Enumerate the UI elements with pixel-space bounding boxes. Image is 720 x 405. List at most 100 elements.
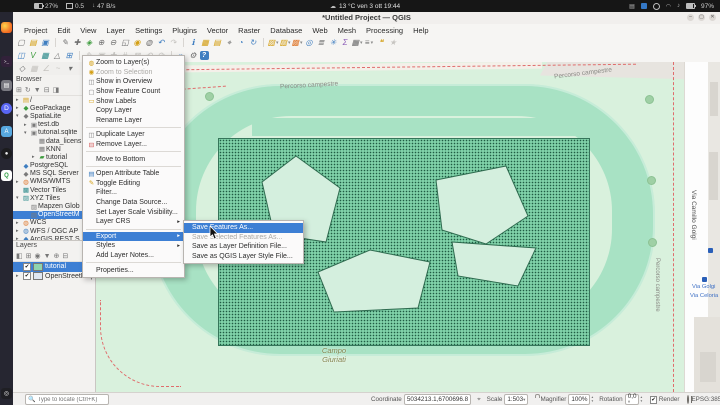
toolbar-icon[interactable]: ✎ <box>60 37 71 48</box>
browser-toolbar-icon[interactable]: ◨ <box>53 86 60 94</box>
system-monitor-indicators[interactable]: 27% 0.5 ↓47 B/s <box>34 3 116 10</box>
menu-bar-item[interactable]: Processing <box>361 26 408 35</box>
menu-bar-item[interactable]: Raster <box>233 26 265 35</box>
toolbar-icon[interactable]: ↷ <box>168 37 179 48</box>
extents-icon[interactable]: ⌖ <box>477 396 481 404</box>
dock-terminal-icon[interactable]: >_ <box>1 56 12 67</box>
toolbar-icon[interactable]: ▩ <box>292 37 303 48</box>
context-menu-item[interactable]: Copy Layer <box>83 106 184 116</box>
layer-visibility-checkbox[interactable]: ✔ <box>23 272 31 280</box>
export-submenu-item[interactable]: Save as QGIS Layer Style File... <box>184 252 303 262</box>
toolbar-icon[interactable]: ▤ <box>212 37 223 48</box>
context-menu-item[interactable]: Filter... <box>83 188 184 198</box>
context-menu-item[interactable]: Add Layer Notes... <box>83 251 184 261</box>
toolbar-icon[interactable]: Σ <box>340 37 351 48</box>
menu-bar-item[interactable]: Settings <box>130 26 167 35</box>
context-menu-item[interactable]: Properties... <box>83 265 184 275</box>
context-menu-item[interactable]: Export ▸ <box>83 232 184 242</box>
toolbar-icon[interactable]: ❝ <box>376 37 387 48</box>
context-menu-item[interactable]: ▢ Show Feature Count <box>83 87 184 97</box>
context-menu-item[interactable]: Rename Layer <box>83 116 184 126</box>
context-menu-item[interactable]: ◫ Duplicate Layer <box>83 130 184 140</box>
context-menu-item[interactable]: Layer CRS ▸ <box>83 217 184 227</box>
coordinate-box[interactable]: 5034213.1,6700696.8 <box>404 394 471 405</box>
magnifier-spinbox[interactable]: 100% <box>568 394 590 405</box>
browser-toolbar-icon[interactable]: ⊞ <box>16 86 22 94</box>
menu-bar-item[interactable]: Project <box>19 26 52 35</box>
context-menu-item[interactable]: ▭ Show Labels <box>83 96 184 106</box>
toolbar-icon[interactable]: ▦ <box>29 63 40 74</box>
toolbar-icon[interactable]: ↶ <box>156 37 167 48</box>
toolbar-icon[interactable]: V <box>28 50 39 61</box>
context-menu-item[interactable] <box>86 262 181 263</box>
context-menu-item[interactable] <box>86 229 181 230</box>
toolbar-icon[interactable]: ▦ <box>352 37 363 48</box>
toolbar-icon[interactable]: ◉ <box>132 37 143 48</box>
toolbar-icon[interactable]: ◔ <box>236 37 247 48</box>
toolbar-icon[interactable]: ◇ <box>17 63 28 74</box>
toolbar-icon[interactable]: ✳ <box>328 37 339 48</box>
browser-toolbar-icon[interactable]: ⊟ <box>44 86 50 94</box>
layers-toolbar-icon[interactable]: ⊟ <box>62 252 68 260</box>
maximize-button[interactable]: ▢ <box>698 14 705 21</box>
context-menu-item[interactable]: Set Layer Scale Visibility... <box>83 207 184 217</box>
toolbar-icon[interactable]: ⌖ <box>224 37 235 48</box>
rotation-spinbox[interactable]: 0,0 ° <box>625 394 640 405</box>
toolbar-icon[interactable]: ✚ <box>72 37 83 48</box>
layers-toolbar-icon[interactable]: ⊕ <box>54 252 60 260</box>
toolbar-icon[interactable]: ⊕ <box>96 37 107 48</box>
menu-bar-item[interactable]: Layer <box>101 26 130 35</box>
dock-qgis-icon[interactable]: Q <box>1 170 12 181</box>
toolbar-icon[interactable]: ⊞ <box>64 50 75 61</box>
toolbar-icon[interactable]: ★ <box>388 37 399 48</box>
spinner-arrows-icon[interactable]: ▴▾ <box>591 396 593 403</box>
menu-bar-item[interactable]: Web <box>307 26 332 35</box>
layers-toolbar-icon[interactable]: ⊞ <box>26 252 32 260</box>
toolbar-icon[interactable] <box>261 37 265 48</box>
layers-toolbar-icon[interactable]: ◧ <box>16 252 23 260</box>
toolbar-icon[interactable]: ↻ <box>248 37 259 48</box>
toolbar-icon[interactable]: ~ <box>53 63 64 74</box>
menu-bar-item[interactable]: Mesh <box>333 26 361 35</box>
menu-bar-item[interactable]: View <box>75 26 101 35</box>
dock-discord-icon[interactable]: D <box>1 103 12 114</box>
render-checkbox[interactable]: ✔ <box>650 396 657 404</box>
menu-bar-item[interactable]: Plugins <box>167 26 202 35</box>
toolbar-icon[interactable]: ▨ <box>280 37 291 48</box>
dock-software-icon[interactable]: A <box>1 126 12 137</box>
context-menu-item[interactable]: Move to Bottom <box>83 154 184 164</box>
export-submenu-item[interactable]: Save Selected Features As... <box>184 233 303 243</box>
context-menu-item[interactable]: ⊟ Remove Layer... <box>83 140 184 150</box>
context-menu-item[interactable]: ✎ Toggle Editing <box>83 179 184 189</box>
dock-firefox-icon[interactable] <box>1 22 12 33</box>
browser-toolbar-icon[interactable]: ▼ <box>34 87 41 94</box>
close-button[interactable]: ✕ <box>709 14 716 21</box>
menu-bar-item[interactable]: Vector <box>202 26 233 35</box>
toolbar-icon[interactable]: ⊖ <box>108 37 119 48</box>
toolbar-icon[interactable]: ≣ <box>316 37 327 48</box>
toolbar-icon[interactable]: ▾ <box>65 63 76 74</box>
toolbar-icon[interactable]: ? <box>200 51 209 60</box>
scale-combo[interactable]: 1:503▾ <box>504 394 528 405</box>
toolbar-icon[interactable]: ▦ <box>40 50 51 61</box>
export-submenu-item[interactable]: Save Features As... <box>184 223 303 233</box>
toolbar-icon[interactable] <box>77 50 81 61</box>
toolbar-icon[interactable]: △ <box>52 50 63 61</box>
toolbar-icon[interactable]: ∠ <box>41 63 52 74</box>
context-menu-item[interactable] <box>86 127 181 128</box>
crs-value[interactable]: EPSG:3857 <box>691 396 720 403</box>
dock-files-icon[interactable]: ▤ <box>1 80 12 91</box>
menu-bar-item[interactable]: Help <box>408 26 433 35</box>
locate-box[interactable]: 🔍 <box>25 394 109 405</box>
toolbar-icon[interactable]: ▣ <box>40 37 51 48</box>
toolbar-icon[interactable]: ◈ <box>84 37 95 48</box>
toolbar-icon[interactable]: ◍ <box>144 37 155 48</box>
context-menu-item[interactable] <box>86 151 181 152</box>
toolbar-icon[interactable]: ℹ <box>188 37 199 48</box>
crs-globe-icon[interactable] <box>687 395 689 404</box>
layer-visibility-checkbox[interactable]: ✔ <box>23 263 31 271</box>
context-menu-item[interactable]: Styles ▸ <box>83 241 184 251</box>
layers-toolbar-icon[interactable]: ▼ <box>44 253 51 260</box>
toolbar-icon[interactable]: ▦ <box>200 37 211 48</box>
toolbar-icon[interactable] <box>181 37 185 48</box>
